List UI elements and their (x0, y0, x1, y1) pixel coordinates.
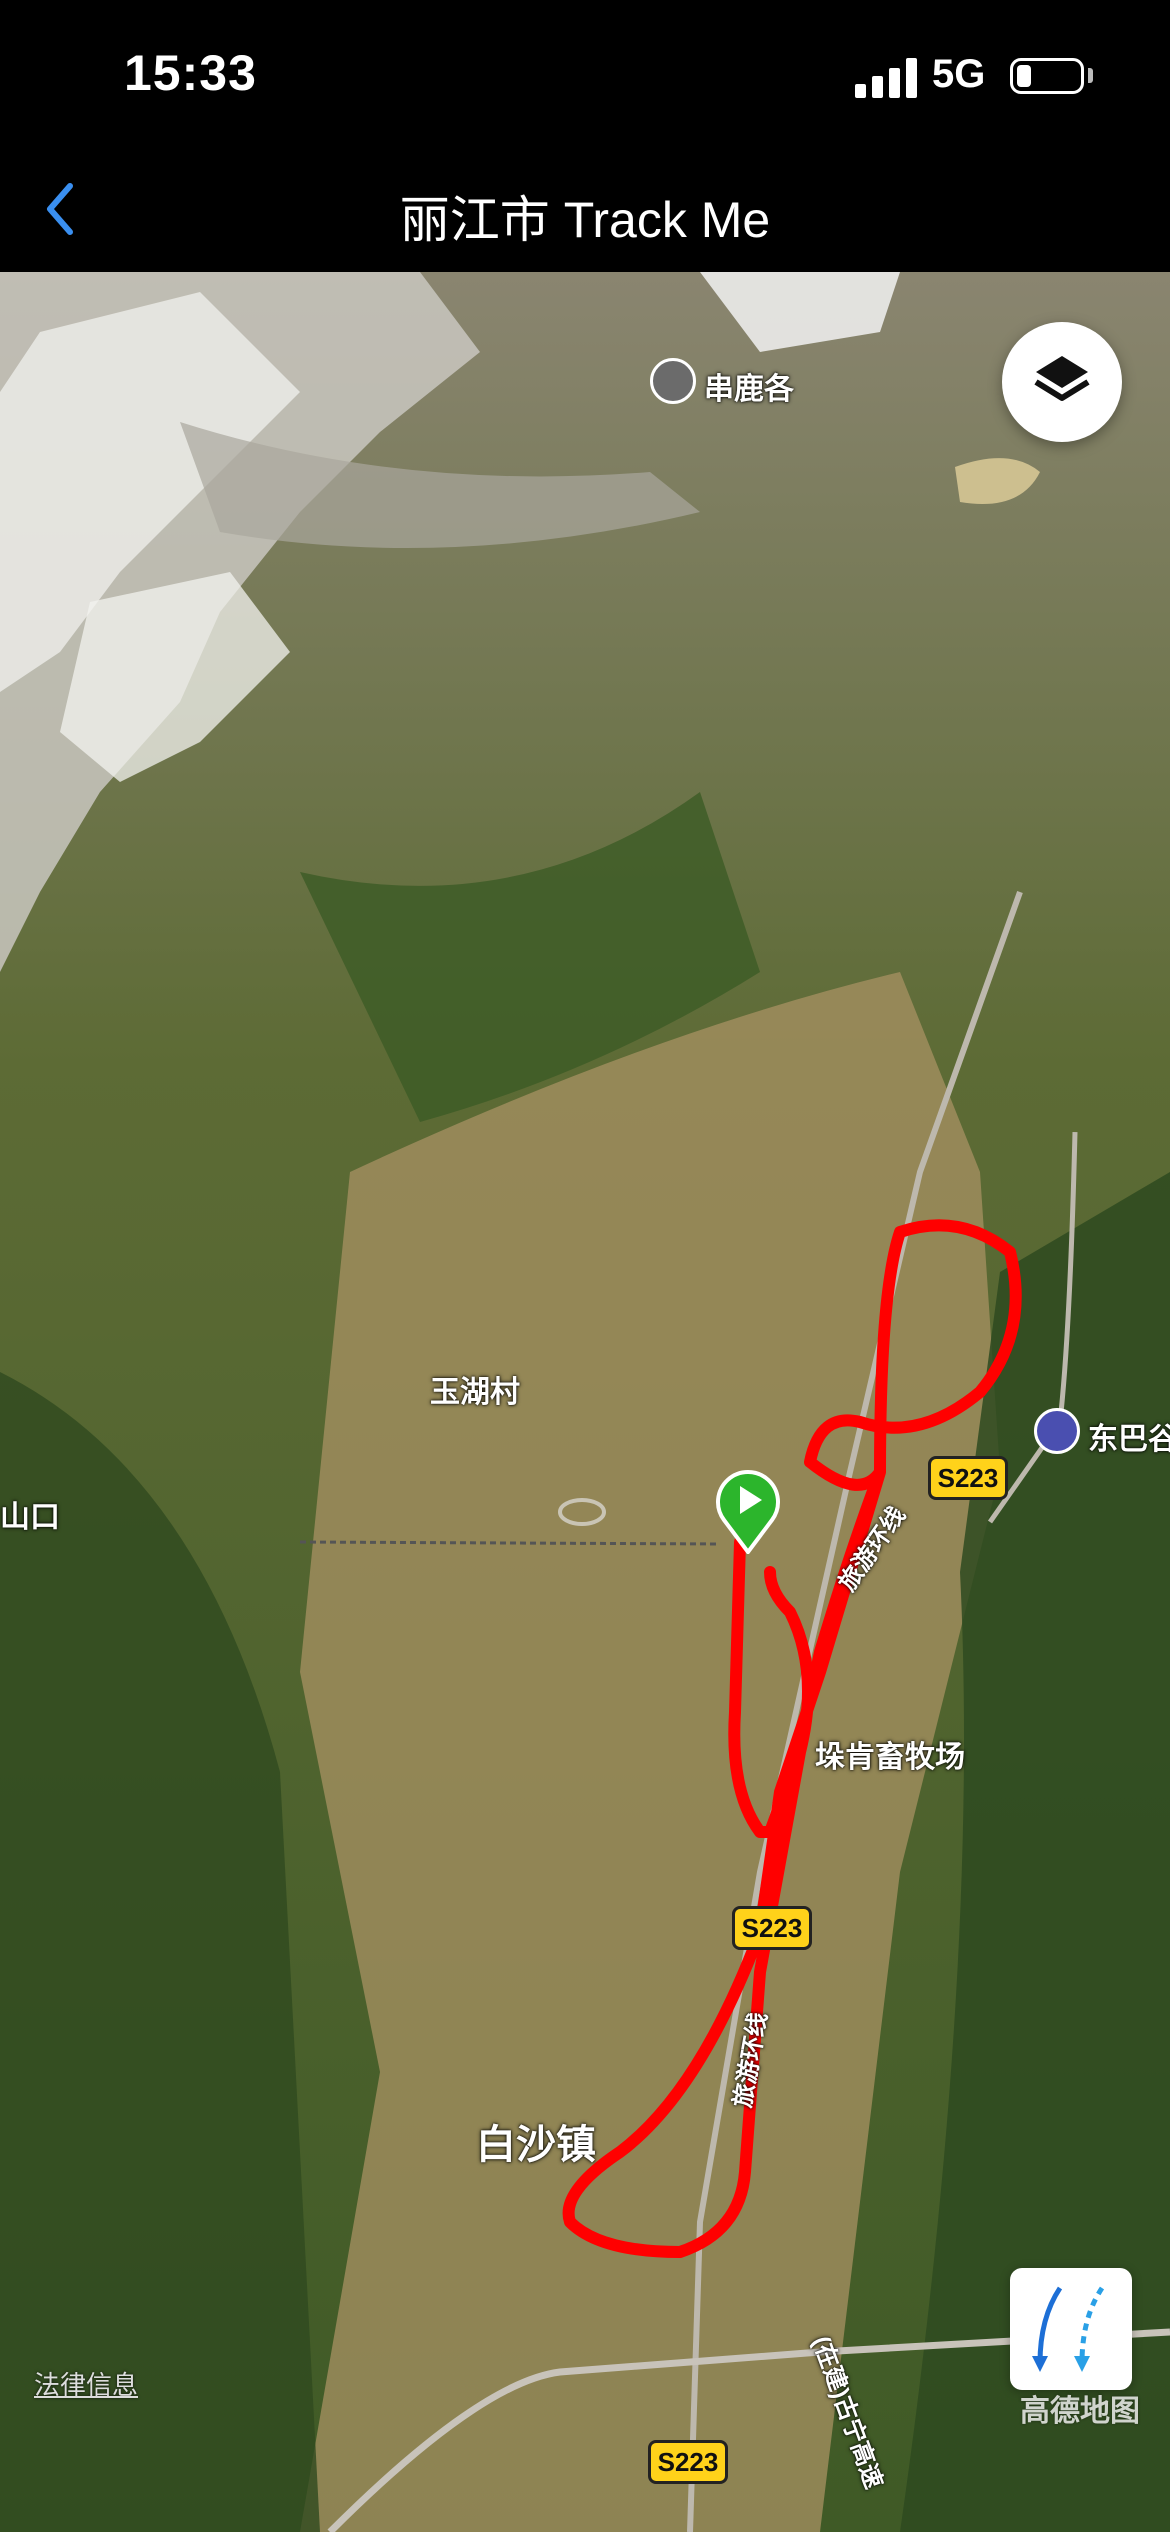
left-edge-label: 山口 (0, 1501, 60, 1534)
network-type: 5G (932, 52, 986, 96)
gps-track (562, 1219, 1022, 2258)
peak-label: 串鹿各 (704, 373, 794, 406)
status-time: 15:33 (124, 45, 257, 101)
map-provider-watermark: 高德地图 (1020, 2395, 1140, 2428)
map-layers-button[interactable] (1002, 322, 1122, 442)
battery-cap (1088, 68, 1093, 83)
museum-icon (1034, 1408, 1080, 1454)
east-valley-label: 东巴谷 (1088, 1423, 1170, 1456)
route-planning-button[interactable] (1010, 2268, 1132, 2390)
satellite-map[interactable]: 串鹿各 玉湖村 东巴谷 山口 S223 旅游环线 垛肯畜牧场 S223 旅游环线… (0, 272, 1170, 2532)
mountain-icon (650, 358, 696, 404)
start-marker-icon[interactable] (714, 1468, 782, 1554)
layers-icon (1034, 356, 1090, 401)
road-shield-s223: S223 (928, 1456, 1008, 1500)
road-shield-s223: S223 (732, 1906, 812, 1950)
ranch-label: 垛肯畜牧场 (815, 1741, 965, 1774)
road-shield-s223: S223 (648, 2440, 728, 2484)
status-bar: 15:33 5G (0, 0, 1170, 150)
navigation-bar: 丽江市 Track Me (0, 150, 1170, 272)
route-icon (1032, 2286, 1105, 2372)
village-label: 玉湖村 (430, 1376, 520, 1409)
battery-icon (1010, 58, 1084, 94)
town-label: 白沙镇 (476, 2123, 596, 2167)
signal-strength-icon (855, 58, 917, 98)
legal-info-link[interactable]: 法律信息 (34, 2365, 138, 2402)
page-title: 丽江市 Track Me (399, 192, 771, 248)
